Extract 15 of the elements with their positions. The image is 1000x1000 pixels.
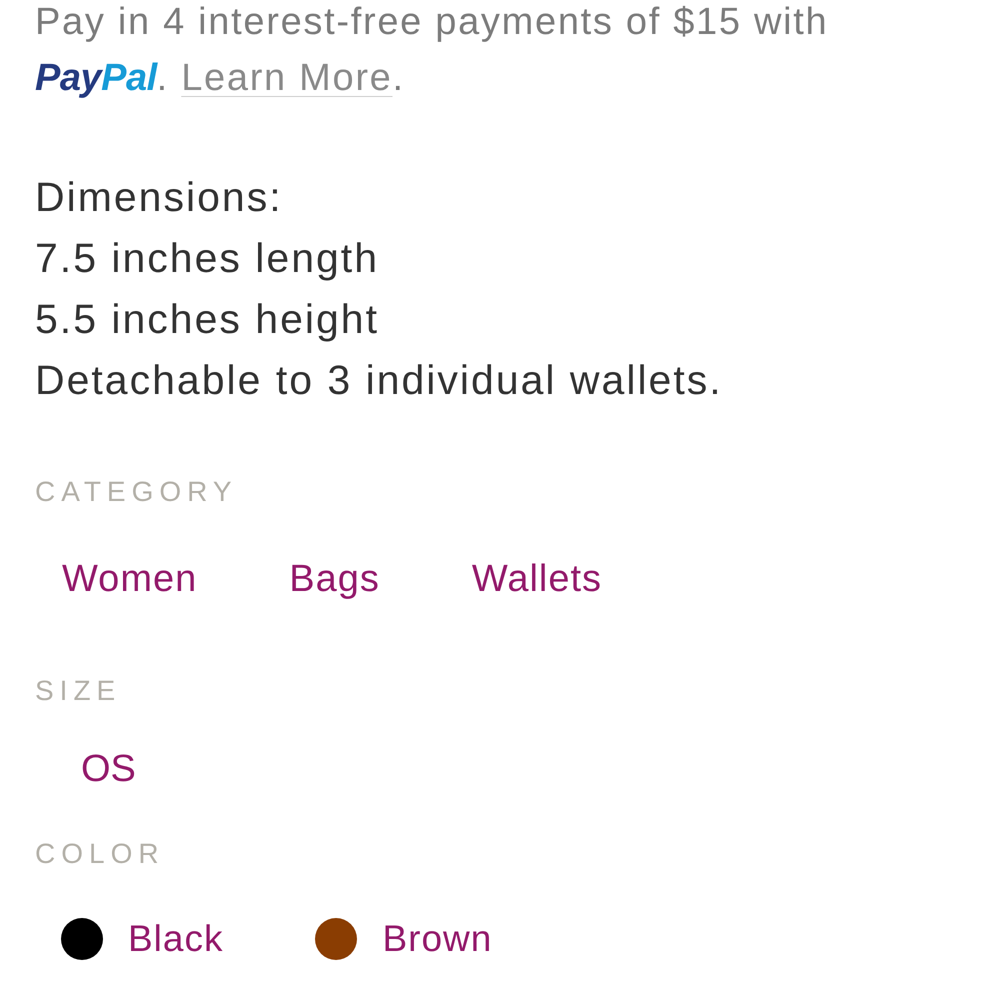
description-line: 5.5 inches height — [35, 295, 380, 344]
description-line: 7.5 inches length — [35, 234, 380, 283]
size-heading: SIZE — [35, 674, 122, 708]
pay-in-installments-text: Pay in 4 interest-free payments of $15 with PayPal. Learn More. — [35, 0, 830, 101]
color-option[interactable]: Brown — [315, 916, 492, 962]
paypal-logo: PayPal — [35, 57, 157, 99]
category-link[interactable]: Bags — [289, 556, 380, 602]
description-line: Dimensions: — [35, 173, 283, 222]
category-link[interactable]: Women — [62, 556, 198, 602]
color-heading: COLOR — [35, 837, 165, 871]
size-option[interactable]: OS — [81, 746, 136, 792]
category-heading: CATEGORY — [35, 475, 238, 509]
color-option[interactable]: Black — [61, 916, 224, 962]
category-link[interactable]: Wallets — [472, 556, 602, 602]
description-line: Detachable to 3 individual wallets. — [35, 356, 723, 405]
